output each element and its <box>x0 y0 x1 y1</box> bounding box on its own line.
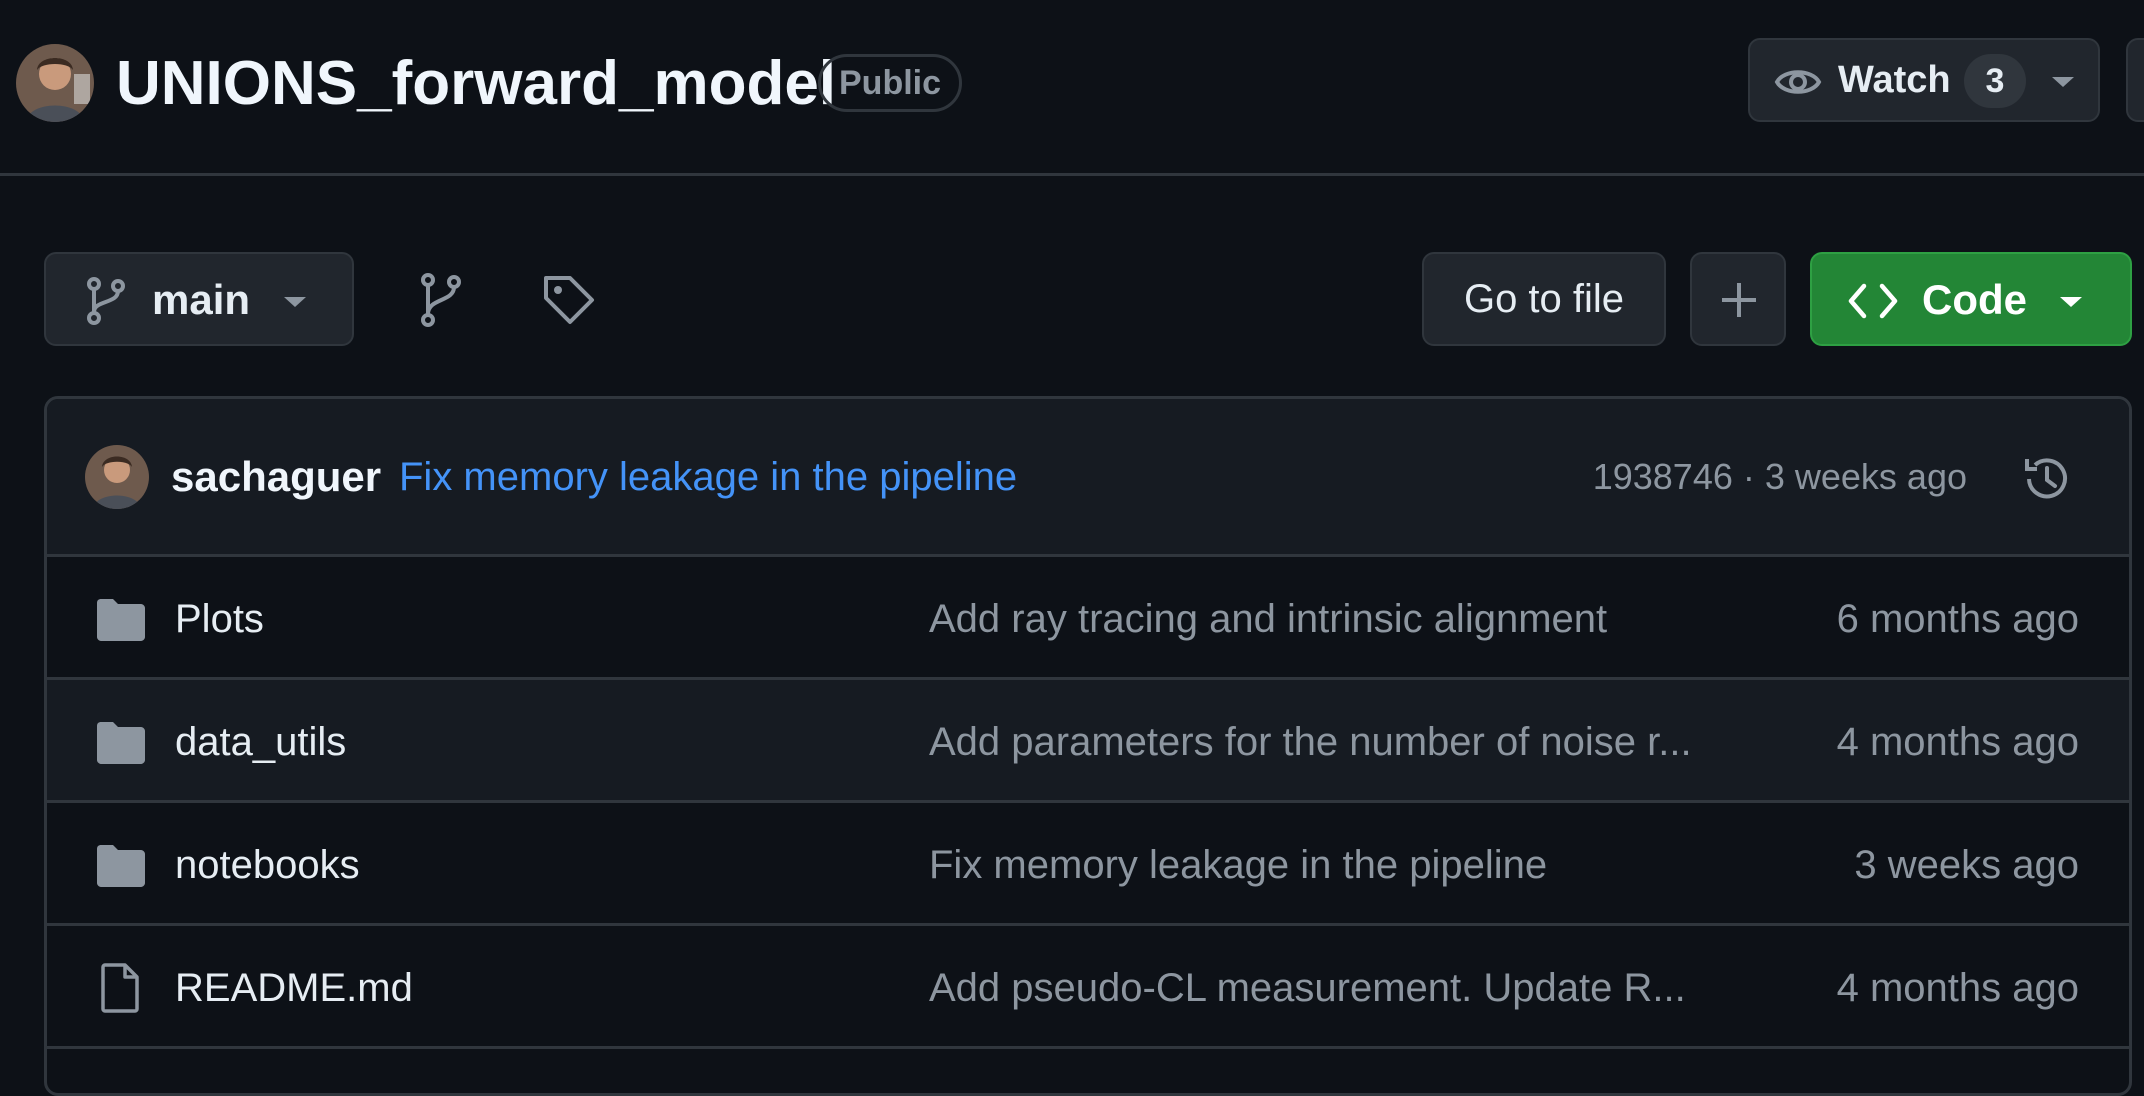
file-commit-message[interactable]: Fix memory leakage in the pipeline <box>929 841 1759 889</box>
file-name[interactable]: notebooks <box>175 841 360 889</box>
chevron-down-icon <box>284 297 306 307</box>
repo-header: UNIONS_forward_model Public Watch 3 <box>0 0 2144 176</box>
file-commit-message[interactable]: Add pseudo-CL measurement. Update R... <box>929 964 1759 1012</box>
visibility-badge: Public <box>818 54 963 112</box>
file-row[interactable]: Plots Add ray tracing and intrinsic alig… <box>47 557 2129 680</box>
folder-icon <box>97 845 145 887</box>
avatar-image <box>85 445 149 509</box>
add-file-button[interactable] <box>1690 252 1786 346</box>
fork-button[interactable] <box>2126 38 2144 122</box>
code-icon <box>1848 283 1898 319</box>
avatar-image <box>16 44 94 122</box>
code-label: Code <box>1922 276 2027 323</box>
file-table: sachaguer Fix memory leakage in the pipe… <box>44 396 2132 1096</box>
code-button[interactable]: Code <box>1810 252 2132 346</box>
tag-icon <box>544 276 594 324</box>
folder-icon <box>97 599 145 641</box>
file-name[interactable]: data_utils <box>175 718 346 766</box>
history-icon <box>2025 458 2067 499</box>
file-age: 6 months ago <box>1836 597 2079 641</box>
commit-author-avatar[interactable] <box>85 445 149 509</box>
chevron-down-icon <box>2060 297 2082 307</box>
branches-button[interactable] <box>410 268 474 332</box>
file-row[interactable]: data_utils Add parameters for the number… <box>47 680 2129 803</box>
eye-icon <box>1774 70 1822 94</box>
tags-button[interactable] <box>536 268 600 332</box>
chevron-down-icon <box>2052 77 2074 87</box>
commit-hash-and-time[interactable]: 1938746 · 3 weeks ago <box>1593 453 1967 501</box>
file-commit-message[interactable]: Add parameters for the number of noise r… <box>929 718 1759 766</box>
file-age: 3 weeks ago <box>1854 843 2079 887</box>
file-row[interactable]: notebooks Fix memory leakage in the pipe… <box>47 803 2129 926</box>
repo-name[interactable]: UNIONS_forward_model <box>116 48 836 120</box>
latest-commit-bar: sachaguer Fix memory leakage in the pipe… <box>47 399 2129 557</box>
branch-selector[interactable]: main <box>44 252 354 346</box>
file-name[interactable]: README.md <box>175 964 413 1012</box>
git-branch-icon <box>421 273 461 327</box>
commit-history-button[interactable] <box>2019 451 2075 507</box>
commit-message-link[interactable]: Fix memory leakage in the pipeline <box>399 453 1017 501</box>
file-commit-message[interactable]: Add ray tracing and intrinsic alignment <box>929 595 1759 643</box>
go-to-file-button[interactable]: Go to file <box>1422 252 1666 346</box>
commit-author[interactable]: sachaguer <box>171 453 381 501</box>
file-row[interactable]: README.md Add pseudo-CL measurement. Upd… <box>47 926 2129 1049</box>
owner-avatar[interactable] <box>16 44 94 122</box>
watch-button[interactable]: Watch 3 <box>1748 38 2100 122</box>
file-name[interactable]: Plots <box>175 595 264 643</box>
folder-icon <box>97 722 145 764</box>
watch-label: Watch <box>1838 59 1951 101</box>
file-age: 4 months ago <box>1836 720 2079 764</box>
watch-count: 3 <box>1964 54 2026 108</box>
plus-icon <box>1722 283 1756 317</box>
file-age: 4 months ago <box>1836 966 2079 1010</box>
git-branch-icon <box>87 277 125 325</box>
branch-name: main <box>152 276 251 323</box>
file-icon <box>101 963 139 1013</box>
